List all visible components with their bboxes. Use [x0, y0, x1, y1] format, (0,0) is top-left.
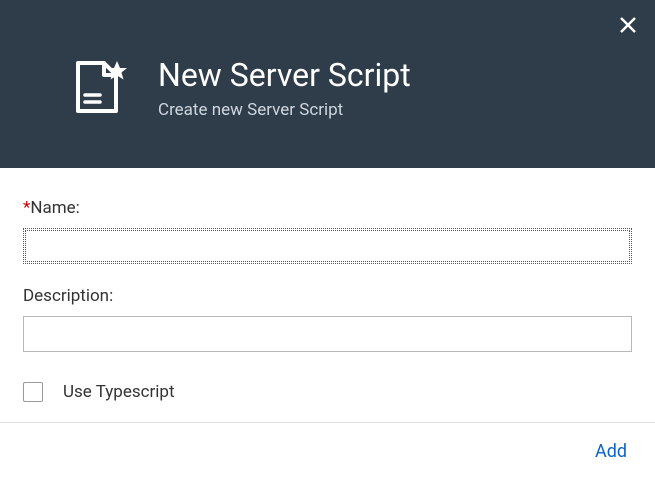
form-body: *Name: Description: Use Typescript: [0, 168, 655, 422]
description-label: Description:: [23, 286, 632, 306]
name-input[interactable]: [23, 228, 632, 264]
script-star-icon: [70, 57, 130, 121]
add-button[interactable]: Add: [595, 441, 627, 462]
dialog-footer: Add: [0, 422, 655, 480]
dialog-header: New Server Script Create new Server Scri…: [0, 0, 655, 168]
dialog-title: New Server Script: [158, 56, 411, 94]
close-button[interactable]: [619, 16, 637, 38]
use-typescript-label[interactable]: Use Typescript: [63, 382, 175, 402]
dialog-subtitle: Create new Server Script: [158, 100, 411, 120]
name-label: *Name:: [23, 198, 632, 218]
close-icon: [619, 16, 637, 34]
description-input[interactable]: [23, 316, 632, 352]
name-label-text: Name:: [30, 198, 79, 218]
use-typescript-checkbox[interactable]: [23, 382, 43, 402]
